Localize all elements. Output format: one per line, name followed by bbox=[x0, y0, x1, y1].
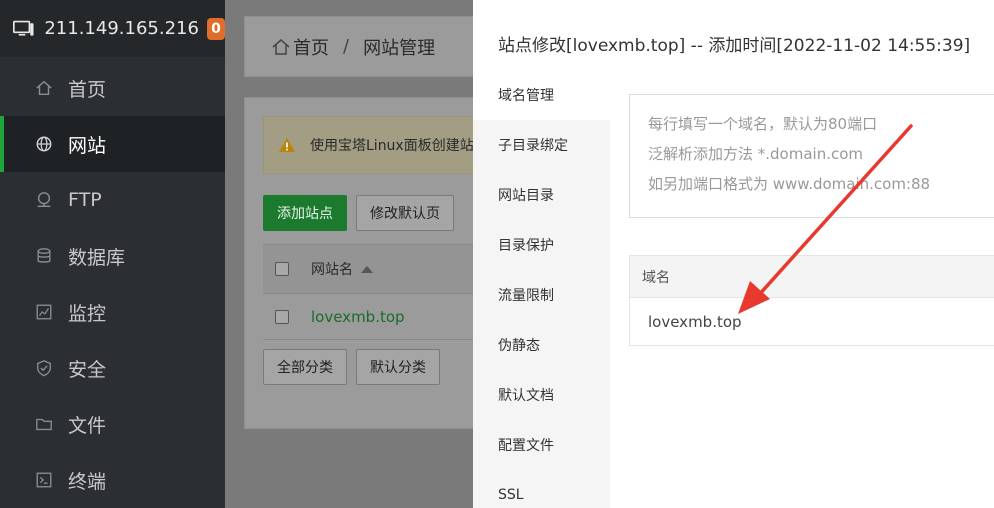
column-site-name[interactable]: 网站名 bbox=[311, 259, 353, 279]
sidebar: 211.149.165.216 0 首页 网站 FTP 数据库 监控 安全 文件… bbox=[0, 0, 225, 508]
domain-management-panel: 每行填写一个域名，默认为80端口 泛解析添加方法 *.domain.com 如另… bbox=[610, 70, 994, 508]
sidebar-item-ftp[interactable]: FTP bbox=[0, 172, 225, 228]
monitor-chart-icon bbox=[34, 302, 54, 322]
sidebar-item-label: 安全 bbox=[68, 358, 107, 381]
sidebar-item-label: 首页 bbox=[68, 78, 107, 101]
tab-directory-protection[interactable]: 目录保护 bbox=[473, 220, 610, 270]
toolbar: 添加站点 修改默认页 bbox=[263, 195, 454, 231]
sidebar-item-label: 文件 bbox=[68, 414, 107, 437]
tab-default-document[interactable]: 默认文档 bbox=[473, 370, 610, 420]
globe-icon bbox=[34, 134, 54, 154]
sidebar-item-security[interactable]: 安全 bbox=[0, 340, 225, 396]
tab-subdirectory-binding[interactable]: 子目录绑定 bbox=[473, 120, 610, 170]
select-all-checkbox[interactable] bbox=[275, 262, 289, 276]
placeholder-line: 每行填写一个域名，默认为80端口 bbox=[648, 115, 878, 133]
breadcrumb-current: 网站管理 bbox=[363, 37, 436, 59]
tab-rewrite[interactable]: 伪静态 bbox=[473, 320, 610, 370]
domain-table-header: 域名 bbox=[630, 256, 994, 298]
breadcrumb-separator: / bbox=[343, 36, 350, 57]
site-name-link[interactable]: lovexmb.top bbox=[311, 308, 405, 326]
sidebar-item-website[interactable]: 网站 bbox=[0, 116, 225, 172]
category-buttons: 全部分类 默认分类 bbox=[263, 349, 440, 385]
table-row: lovexmb.top bbox=[648, 312, 742, 331]
sort-asc-icon[interactable] bbox=[361, 265, 373, 273]
ftp-icon bbox=[34, 190, 54, 210]
monitor-icon bbox=[13, 20, 34, 36]
sidebar-item-label: 终端 bbox=[68, 470, 107, 493]
sidebar-item-terminal[interactable]: 终端 bbox=[0, 452, 225, 508]
sidebar-item-home[interactable]: 首页 bbox=[0, 60, 225, 116]
tab-site-directory[interactable]: 网站目录 bbox=[473, 170, 610, 220]
server-ip: 211.149.165.216 bbox=[44, 18, 199, 39]
database-icon bbox=[34, 246, 54, 266]
notice-text: 使用宝塔Linux面板创建站 bbox=[310, 138, 474, 154]
breadcrumb-home[interactable]: 首页 bbox=[293, 34, 329, 60]
sidebar-item-monitor[interactable]: 监控 bbox=[0, 284, 225, 340]
all-categories-button[interactable]: 全部分类 bbox=[263, 349, 347, 385]
modify-default-page-button[interactable]: 修改默认页 bbox=[356, 195, 454, 231]
modal-tab-list: 域名管理 子目录绑定 网站目录 目录保护 流量限制 伪静态 默认文档 配置文件 … bbox=[473, 70, 610, 508]
server-header: 211.149.165.216 0 bbox=[0, 0, 225, 57]
domain-table: 域名 lovexmb.top bbox=[629, 255, 994, 346]
shield-icon bbox=[34, 358, 54, 378]
warning-icon bbox=[279, 138, 295, 152]
placeholder-line: 如另加端口格式为 www.domain.com:88 bbox=[648, 175, 931, 193]
folder-icon bbox=[34, 414, 54, 434]
tab-domain-management[interactable]: 域名管理 bbox=[473, 70, 610, 120]
terminal-icon bbox=[34, 470, 54, 490]
site-edit-modal: 站点修改[lovexmb.top] -- 添加时间[2022-11-02 14:… bbox=[473, 0, 994, 508]
sidebar-item-files[interactable]: 文件 bbox=[0, 396, 225, 452]
tab-ssl[interactable]: SSL bbox=[473, 470, 610, 508]
tab-traffic-limit[interactable]: 流量限制 bbox=[473, 270, 610, 320]
add-site-button[interactable]: 添加站点 bbox=[263, 195, 347, 231]
domain-input[interactable]: 每行填写一个域名，默认为80端口 泛解析添加方法 *.domain.com 如另… bbox=[629, 94, 994, 218]
sidebar-item-label: 网站 bbox=[68, 134, 107, 157]
tab-config-file[interactable]: 配置文件 bbox=[473, 420, 610, 470]
placeholder-line: 泛解析添加方法 *.domain.com bbox=[648, 145, 864, 163]
default-category-button[interactable]: 默认分类 bbox=[356, 349, 440, 385]
sidebar-item-database[interactable]: 数据库 bbox=[0, 228, 225, 284]
sidebar-item-label: 监控 bbox=[68, 302, 107, 325]
sidebar-item-label: 数据库 bbox=[68, 246, 126, 269]
row-checkbox[interactable] bbox=[275, 309, 289, 324]
home-icon bbox=[34, 78, 54, 98]
sidebar-item-label: FTP bbox=[68, 189, 102, 211]
notification-badge[interactable]: 0 bbox=[206, 17, 225, 40]
home-icon bbox=[272, 38, 290, 55]
